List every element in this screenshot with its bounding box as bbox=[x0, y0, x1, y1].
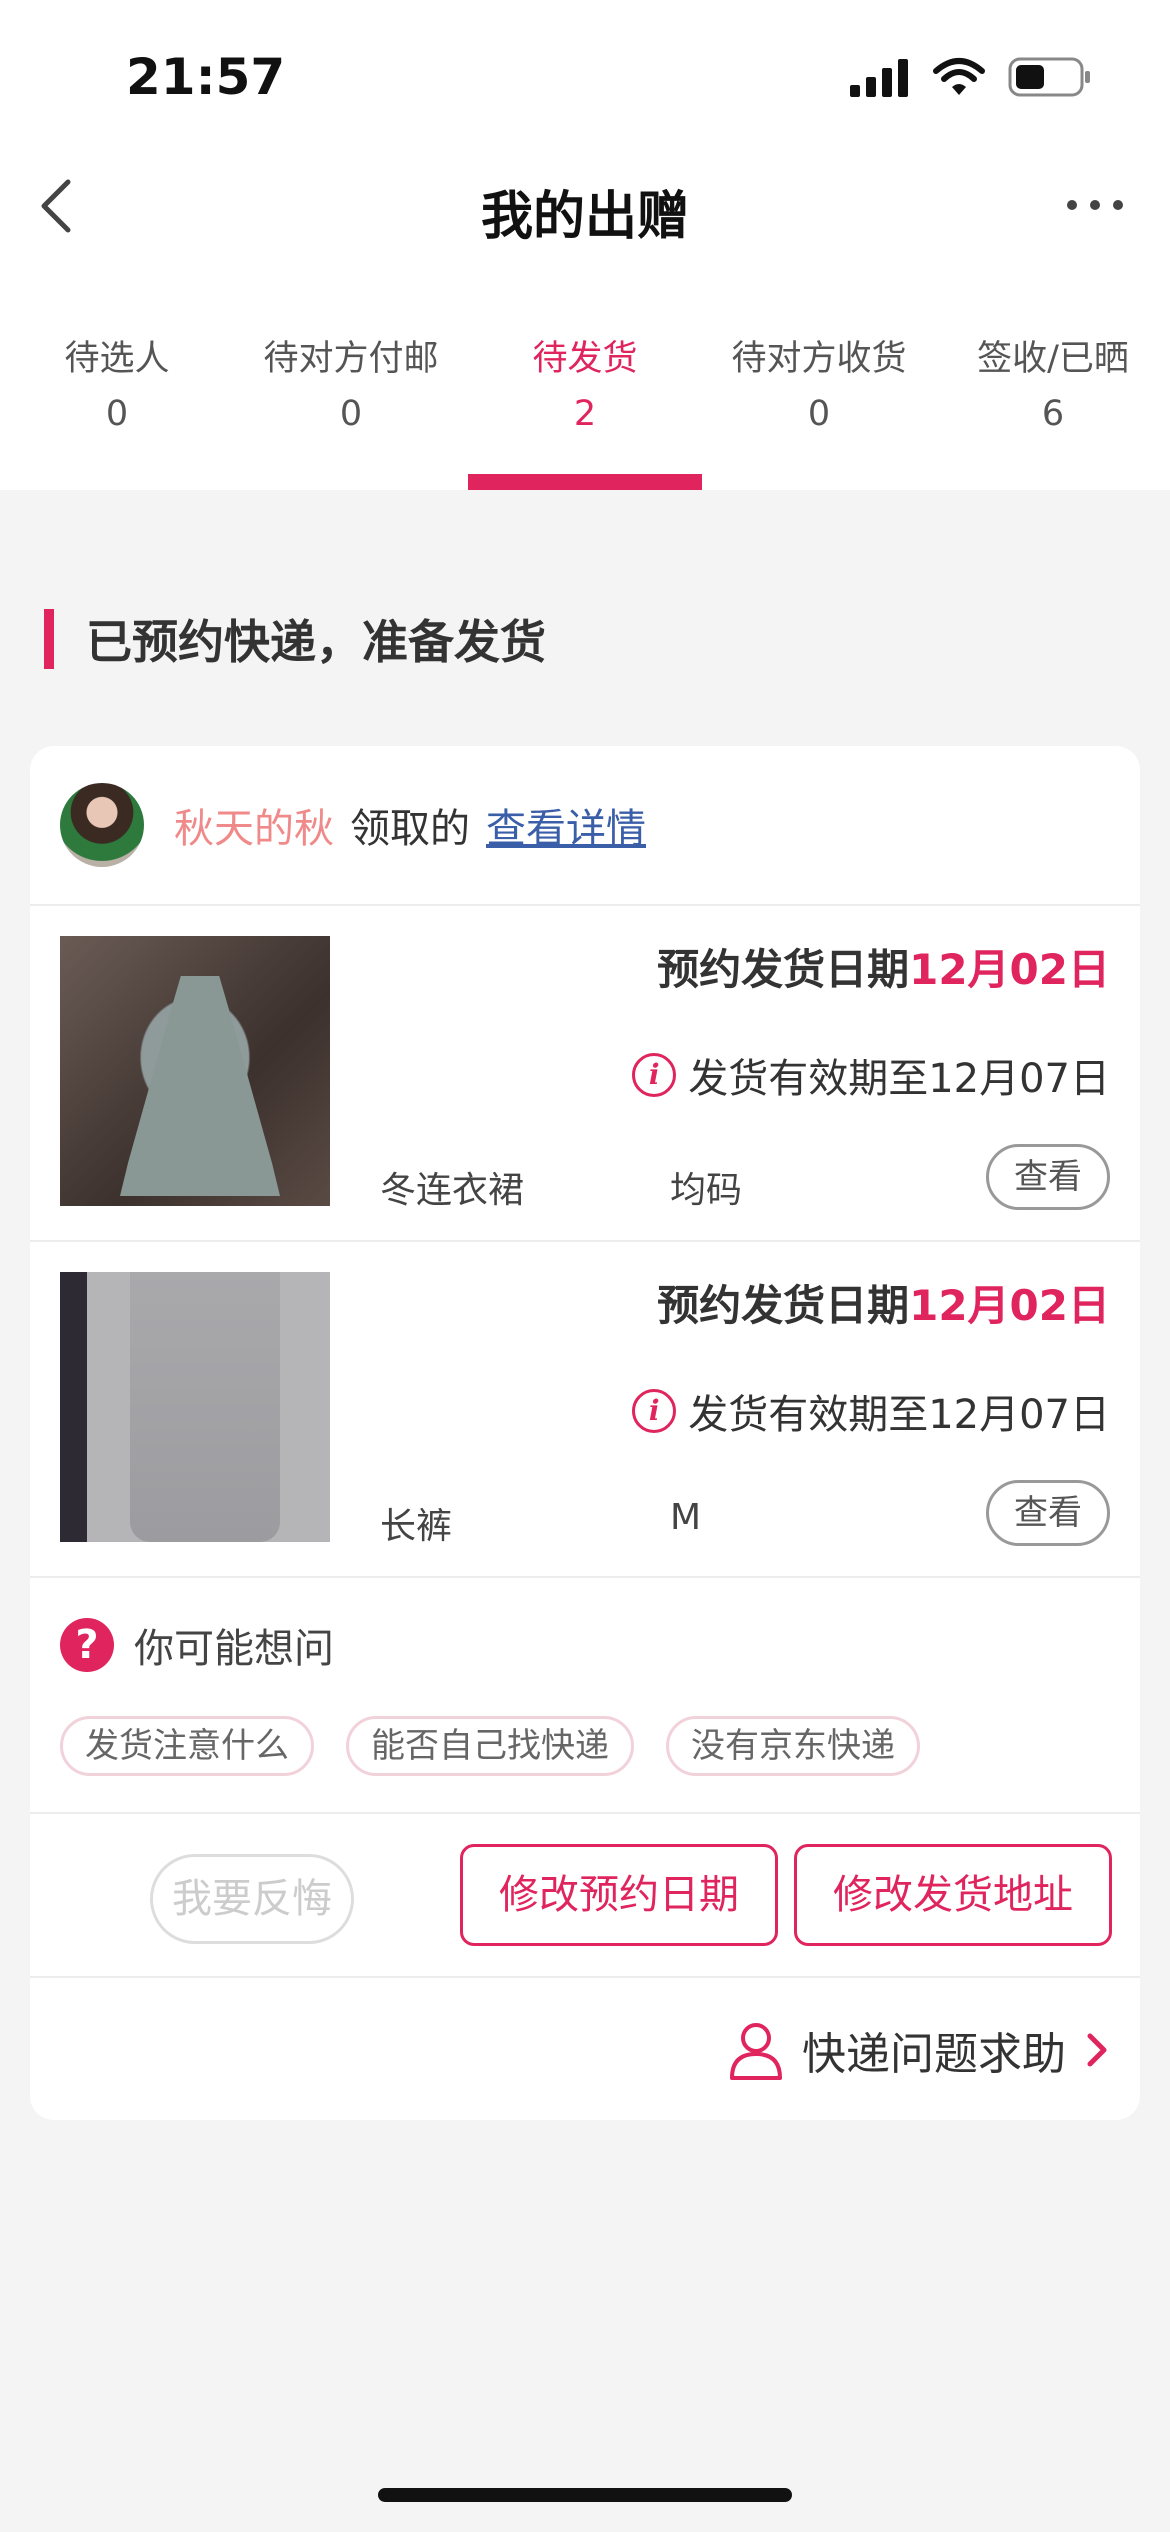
tab-count: 0 bbox=[807, 394, 831, 434]
list-item: 预约发货日期12月02日 i 发货有效期至12月07日 冬连衣裙 均码 查看 bbox=[30, 906, 1140, 1242]
list-item: 预约发货日期12月02日 i 发货有效期至12月07日 长裤 M 查看 bbox=[30, 1242, 1140, 1578]
more-icon[interactable] bbox=[1060, 180, 1130, 230]
tab-label: 待对方收货 bbox=[731, 339, 907, 379]
regret-button[interactable]: 我要反悔 bbox=[150, 1854, 354, 1944]
modify-date-button[interactable]: 修改预约日期 bbox=[460, 1844, 778, 1946]
ship-date-value: 12月02日 bbox=[909, 945, 1110, 994]
status-tabs: 待选人 0 待对方付邮 0 待发货 2 待对方收货 0 签收/已晒 6 bbox=[0, 310, 1170, 490]
valid-until: i 发货有效期至12月07日 bbox=[632, 1382, 1110, 1440]
item-thumbnail[interactable] bbox=[60, 936, 330, 1206]
chevron-right-icon bbox=[1087, 2033, 1107, 2067]
receiver-name[interactable]: 秋天的秋 bbox=[174, 796, 334, 854]
view-details-link[interactable]: 查看详情 bbox=[486, 796, 646, 854]
tab-pending-shipment[interactable]: 待发货 2 bbox=[468, 310, 702, 490]
action-bar: 我要反悔 修改预约日期 修改发货地址 bbox=[30, 1814, 1140, 1978]
item-thumbnail[interactable] bbox=[60, 1272, 330, 1542]
question-icon: ? bbox=[60, 1618, 114, 1672]
faq-section: ? 你可能想问 发货注意什么 能否自己找快递 没有京东快递 bbox=[30, 1578, 1140, 1814]
shipping-help-link[interactable]: 快递问题求助 bbox=[728, 2018, 1110, 2082]
receiver-suffix: 领取的 bbox=[350, 806, 470, 852]
item-size: M bbox=[670, 1497, 702, 1538]
valid-until-text: 发货有效期至12月07日 bbox=[688, 1056, 1110, 1102]
ship-date: 预约发货日期12月02日 bbox=[657, 1272, 1110, 1333]
tab-count: 0 bbox=[339, 394, 363, 434]
tab-received-shared[interactable]: 签收/已晒 6 bbox=[936, 310, 1170, 490]
ship-date: 预约发货日期12月02日 bbox=[657, 936, 1110, 997]
tab-count: 6 bbox=[1041, 394, 1065, 434]
ship-date-value: 12月02日 bbox=[909, 1281, 1110, 1330]
header-area: 21:57 我的出赠 待选人 0 待对方付邮 0 待发货 2 待对方收货 0 签… bbox=[0, 0, 1170, 490]
nav-bar: 我的出赠 bbox=[0, 150, 1170, 260]
faq-chip[interactable]: 能否自己找快递 bbox=[346, 1716, 634, 1776]
signal-icon bbox=[850, 59, 908, 97]
view-button[interactable]: 查看 bbox=[986, 1480, 1110, 1546]
info-icon: i bbox=[632, 1053, 677, 1097]
item-name: 冬连衣裙 bbox=[380, 1170, 525, 1211]
ship-date-label: 预约发货日期 bbox=[657, 945, 910, 994]
page-title: 我的出赠 bbox=[480, 187, 689, 247]
tab-count: 2 bbox=[573, 394, 597, 434]
status-time: 21:57 bbox=[126, 48, 286, 106]
faq-chip[interactable]: 发货注意什么 bbox=[60, 1716, 314, 1776]
tab-pending-postage[interactable]: 待对方付邮 0 bbox=[234, 310, 468, 490]
order-card: 秋天的秋 领取的 查看详情 预约发货日期12月02日 i 发货有效期至12月07… bbox=[30, 746, 1140, 2120]
battery-icon bbox=[1008, 57, 1090, 97]
section-title: 已预约快递，准备发货 bbox=[86, 615, 546, 669]
status-icons bbox=[850, 56, 1092, 98]
item-size: 均码 bbox=[670, 1170, 743, 1211]
faq-title: 你可能想问 bbox=[134, 1626, 334, 1672]
section-heading: 已预约快递，准备发货 bbox=[44, 606, 546, 672]
info-icon: i bbox=[632, 1389, 677, 1433]
help-section: 快递问题求助 bbox=[30, 1978, 1140, 2118]
ship-date-label: 预约发货日期 bbox=[657, 1281, 910, 1330]
faq-chip[interactable]: 没有京东快递 bbox=[666, 1716, 920, 1776]
tab-pending-select[interactable]: 待选人 0 bbox=[0, 310, 234, 490]
dress-image bbox=[120, 976, 280, 1196]
wifi-icon bbox=[933, 58, 985, 95]
active-tab-indicator bbox=[468, 474, 702, 490]
status-bar: 21:57 bbox=[0, 0, 1170, 150]
modify-address-button[interactable]: 修改发货地址 bbox=[794, 1844, 1112, 1946]
tab-label: 签收/已晒 bbox=[977, 339, 1129, 379]
person-icon bbox=[730, 2023, 782, 2080]
tab-count: 0 bbox=[105, 394, 129, 434]
tab-label: 待选人 bbox=[64, 339, 170, 379]
help-label: 快递问题求助 bbox=[802, 2029, 1066, 2080]
valid-until: i 发货有效期至12月07日 bbox=[632, 1046, 1110, 1104]
faq-heading: ? 你可能想问 bbox=[60, 1616, 334, 1674]
receiver-row: 秋天的秋 领取的 查看详情 bbox=[30, 746, 1140, 906]
home-indicator[interactable] bbox=[378, 2488, 792, 2502]
section-accent-bar bbox=[44, 609, 54, 669]
tab-label: 待发货 bbox=[532, 339, 638, 379]
faq-chips: 发货注意什么 能否自己找快递 没有京东快递 bbox=[60, 1716, 920, 1776]
view-button[interactable]: 查看 bbox=[986, 1144, 1110, 1210]
avatar[interactable] bbox=[60, 783, 144, 867]
item-name: 长裤 bbox=[380, 1506, 453, 1547]
tab-pending-receipt[interactable]: 待对方收货 0 bbox=[702, 310, 936, 490]
valid-until-text: 发货有效期至12月07日 bbox=[688, 1392, 1110, 1438]
tab-label: 待对方付邮 bbox=[263, 339, 439, 379]
